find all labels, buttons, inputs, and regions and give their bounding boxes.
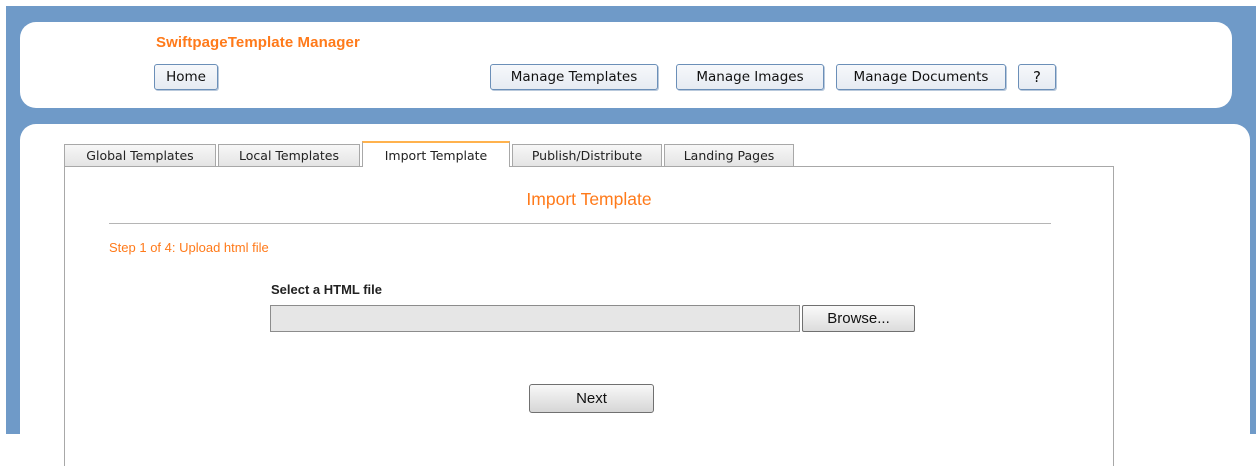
app-title: SwiftpageTemplate Manager [156,34,360,51]
tab-local-templates[interactable]: Local Templates [218,144,360,166]
html-file-input[interactable] [270,305,800,332]
section-title: Import Template [526,189,652,209]
next-button[interactable]: Next [529,384,654,413]
manage-images-button[interactable]: Manage Images [676,64,824,90]
manage-templates-button[interactable]: Manage Templates [490,64,658,90]
file-field-label: Select a HTML file [271,282,383,297]
help-button[interactable]: ? [1018,64,1056,90]
tab-landing-pages[interactable]: Landing Pages [664,144,794,166]
home-button[interactable]: Home [154,64,218,90]
tab-global-templates[interactable]: Global Templates [64,144,216,166]
browse-button[interactable]: Browse... [802,305,915,332]
tab-publish-distribute[interactable]: Publish/Distribute [512,144,662,166]
import-template-panel: Import Template Step 1 of 4: Upload html… [64,166,1114,466]
header-panel: SwiftpageTemplate Manager Home Manage Te… [20,22,1232,108]
tab-import-template[interactable]: Import Template [362,141,510,167]
section-divider [109,223,1051,224]
content-panel: Global Templates Local Templates Import … [20,124,1250,466]
app-frame: SwiftpageTemplate Manager Home Manage Te… [6,6,1256,466]
step-indicator: Step 1 of 4: Upload html file [109,240,269,255]
manage-documents-button[interactable]: Manage Documents [836,64,1006,90]
